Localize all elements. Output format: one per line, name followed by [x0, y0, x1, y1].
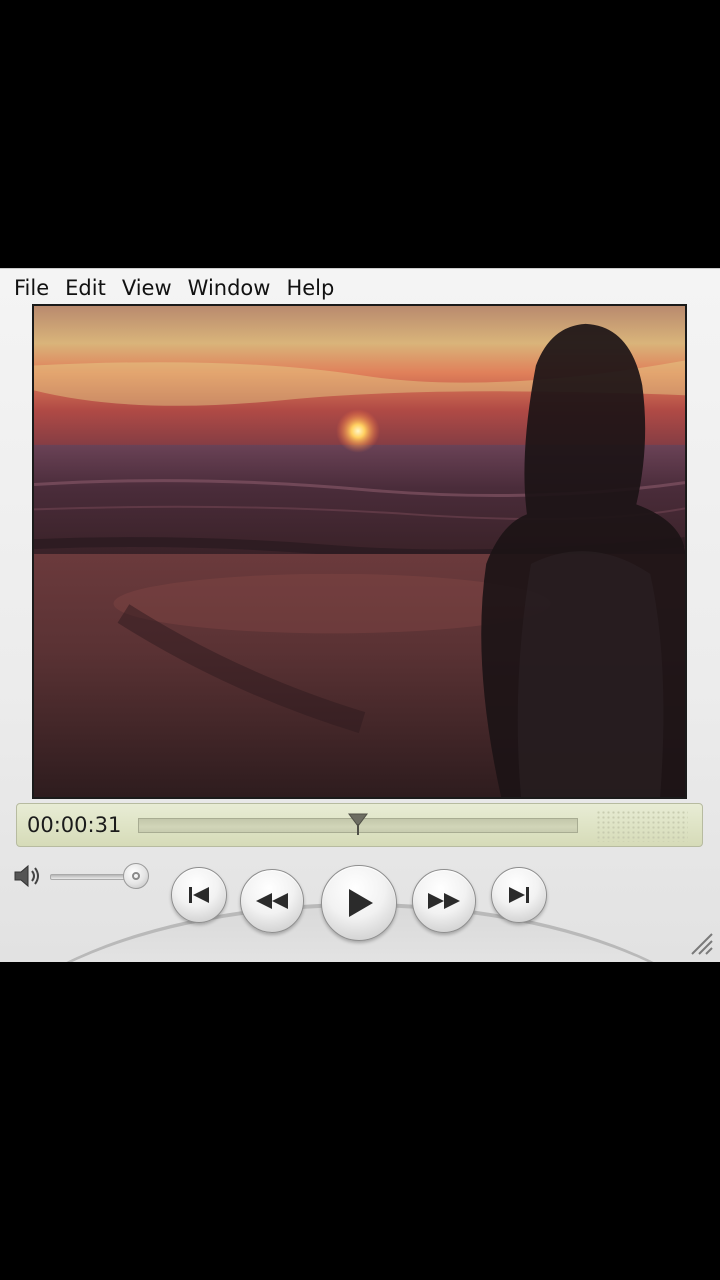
current-time: 00:00:31: [27, 813, 122, 837]
skip-back-icon: [189, 887, 209, 903]
play-icon: [349, 889, 373, 917]
video-frame-image: [34, 306, 685, 797]
speaker-grille: [596, 810, 688, 842]
menu-file[interactable]: File: [6, 273, 57, 303]
fast-forward-icon: [428, 893, 460, 909]
menu-window[interactable]: Window: [180, 273, 279, 303]
skip-forward-icon: [509, 887, 529, 903]
progress-thumb[interactable]: [347, 812, 369, 836]
skip-back-button[interactable]: [171, 867, 227, 923]
fast-forward-button[interactable]: [412, 869, 476, 933]
video-display[interactable]: [32, 304, 687, 799]
play-button[interactable]: [321, 865, 397, 941]
volume-slider-knob[interactable]: [123, 863, 149, 889]
resize-grip-icon[interactable]: [686, 928, 714, 956]
skip-forward-button[interactable]: [491, 867, 547, 923]
time-display-panel: 00:00:31: [16, 803, 703, 847]
rewind-icon: [256, 893, 288, 909]
volume-icon[interactable]: [12, 863, 44, 889]
playhead-icon: [348, 813, 368, 835]
menu-help[interactable]: Help: [278, 273, 342, 303]
rewind-button[interactable]: [240, 869, 304, 933]
menu-bar: File Edit View Window Help: [6, 273, 342, 303]
menu-view[interactable]: View: [114, 273, 180, 303]
menu-edit[interactable]: Edit: [57, 273, 114, 303]
media-player-window: File Edit View Window Help 00:00:31: [0, 268, 720, 962]
